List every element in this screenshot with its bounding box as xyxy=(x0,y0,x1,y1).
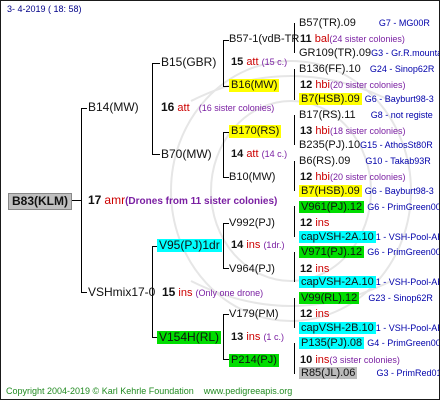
connector-line xyxy=(294,115,295,145)
queen-b10-info: 12 hbi(20 sister colonies) xyxy=(300,171,406,183)
gen5-row-14[interactable]: capVSH-2B.10 1 - VSH-Pool-AR xyxy=(299,322,439,335)
gen5-row-16[interactable]: R85(JL).06 G3 - PrimRed01 xyxy=(299,367,439,380)
gen5-row-12[interactable]: capVSH-2A.10 1 - VSH-Pool-AR xyxy=(299,276,439,289)
queen-b170-info: 13 hbi(18 sister colonies) xyxy=(300,125,406,137)
queen-b14-info: 16 att (16 sister colonies) xyxy=(161,100,275,115)
queen-vshmix-info: 15 ins (Only one drone) xyxy=(162,285,264,300)
queen-b70[interactable]: B70(MW) xyxy=(161,148,212,161)
gen5-row-5[interactable]: B17(RS).11 G8 - not registe xyxy=(299,109,433,122)
connector-line xyxy=(294,69,295,100)
queen-b16-info: 12 hbi(20 sister colonies) xyxy=(300,79,406,91)
queen-b14[interactable]: B14(MW) xyxy=(88,101,139,114)
queen-b170[interactable]: B170(RS) xyxy=(229,125,282,138)
queen-v214-info: 10 ins(3 sister colonies) xyxy=(300,354,400,366)
queen-v179[interactable]: V179(PM) xyxy=(229,308,279,321)
connector-line xyxy=(152,63,153,155)
connector-line xyxy=(81,108,87,109)
queen-vshmix[interactable]: VSHmix17-0 xyxy=(88,286,155,299)
date-stamp: 3- 4-2019 ( 18: 58) xyxy=(7,4,82,14)
gen5-row-10[interactable]: capVSH-2A.10 1 - VSH-Pool-AR xyxy=(299,231,439,244)
queen-b15[interactable]: B15(GBR) xyxy=(161,56,216,69)
connector-line xyxy=(152,63,160,64)
queen-v95[interactable]: V95(PJ)1dr xyxy=(157,239,222,252)
queen-b70-info: 14 att (14 c.) xyxy=(231,148,288,160)
gen5-row-9[interactable]: V961(PJ).12 G6 - PrimGreen00 xyxy=(299,201,439,214)
connector-line xyxy=(294,252,295,282)
footer-copyright: Copyright 2004-2019 © Karl Kehrle Founda… xyxy=(6,386,293,396)
queen-b15-info: 15 att (15 c.) xyxy=(231,56,288,68)
gen5-row-15[interactable]: P135(PJ).08 G4 - PrimGreen00 xyxy=(299,337,439,350)
gen5-row-1[interactable]: B57(TR).09 G7 - MG00R xyxy=(299,17,430,30)
footer-website[interactable]: www.pedigreeapis.org xyxy=(204,386,293,396)
queen-v964-info: 12 ins xyxy=(300,263,330,275)
gen5-row-3[interactable]: B136(FF).10 G24 - Sinop62R xyxy=(299,63,434,76)
queen-v154[interactable]: V154H(RL) xyxy=(157,331,222,344)
gen5-row-4[interactable]: B7(HSB).09 G6 - Bayburt98-3 xyxy=(299,93,434,106)
queen-b16[interactable]: B16(MW) xyxy=(229,79,280,92)
queen-v214[interactable]: P214(PJ) xyxy=(229,354,279,367)
connector-line xyxy=(294,206,295,237)
queen-v964[interactable]: V964(PJ) xyxy=(229,263,275,276)
gen5-row-11[interactable]: V971(PJ).12 G6 - PrimGreen00 xyxy=(299,246,439,259)
queen-v95-info: 14 ins (1dr.) xyxy=(231,239,285,251)
connector-line xyxy=(72,200,82,201)
connector-line xyxy=(294,343,295,374)
root-queen[interactable]: B83(KLM) xyxy=(8,193,72,210)
gen5-row-2[interactable]: GR109(TR).09G3 - Gr.R.mounta xyxy=(299,47,439,60)
pedigree-chart: 3- 4-2019 ( 18: 58) B83(KLM) 17 amr(Dron… xyxy=(0,0,440,400)
gen5-row-7[interactable]: B6(RS).09 G10 - Takab93R xyxy=(299,155,431,168)
connector-line xyxy=(81,292,87,293)
gen5-row-8[interactable]: B7(HSB).09 G6 - Bayburt98-3 xyxy=(299,185,434,198)
gen5-row-13[interactable]: V99(RL).12 G23 - Sinop62R xyxy=(299,292,433,305)
queen-v154-info: 13 ins (1 c.) xyxy=(231,331,284,343)
connector-line xyxy=(152,154,160,155)
connector-line xyxy=(223,132,224,178)
gen5-row-6[interactable]: B235(PJ).10G15 - AthosSt80R xyxy=(299,139,433,152)
queen-b57-info: 11 bal(24 sister colonies) xyxy=(300,33,405,45)
connector-line xyxy=(223,314,224,360)
queen-v992[interactable]: V992(PJ) xyxy=(229,217,275,230)
connector-line xyxy=(294,298,295,328)
connector-line xyxy=(294,161,295,191)
queen-v992-info: 12 ins xyxy=(300,217,330,229)
queen-b10[interactable]: B10(MW) xyxy=(229,171,275,184)
root-info: 17 amr(Drones from 11 sister colonies) xyxy=(88,193,278,208)
queen-b57[interactable]: B57-1(vdB-TR xyxy=(229,33,299,46)
queen-v179-info: 12 ins xyxy=(300,308,330,320)
connector-line xyxy=(223,223,224,269)
connector-line xyxy=(223,40,224,87)
